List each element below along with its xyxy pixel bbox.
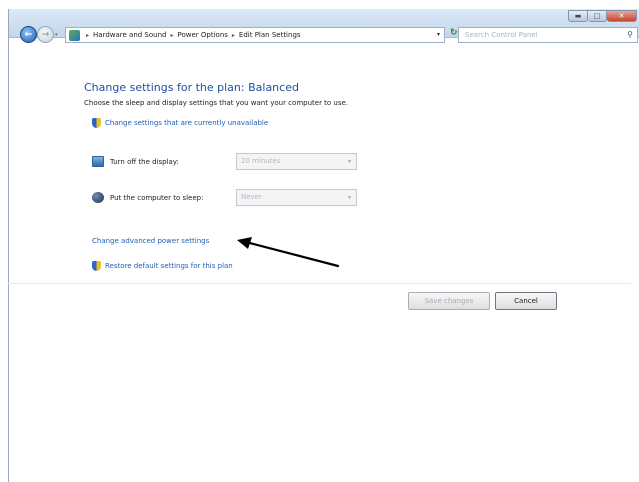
cancel-button[interactable]: Cancel (495, 292, 557, 310)
save-changes-button[interactable]: Save changes (408, 292, 490, 310)
annotation-arrow-icon (237, 237, 340, 268)
divider (8, 283, 631, 284)
